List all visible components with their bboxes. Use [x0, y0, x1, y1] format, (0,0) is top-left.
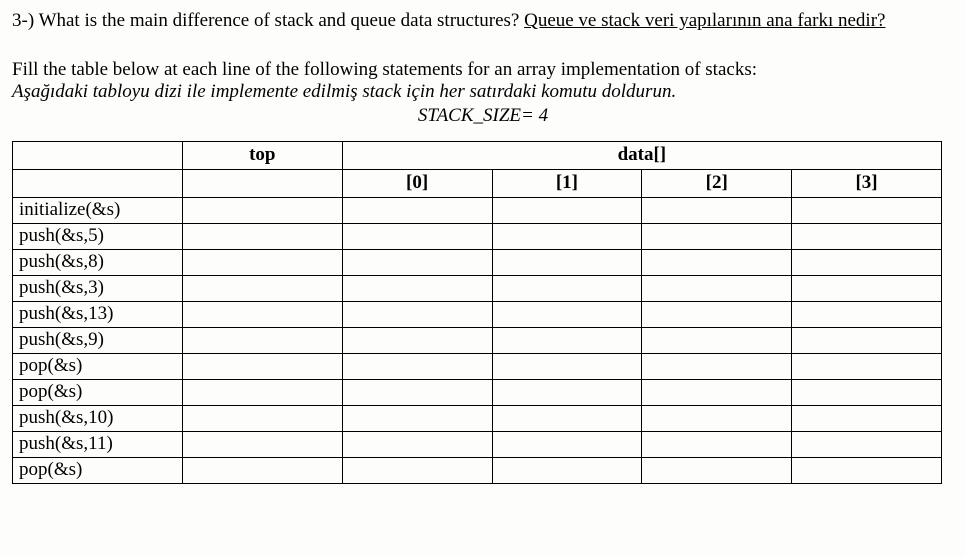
data-cell-0	[342, 249, 492, 275]
top-cell	[182, 327, 342, 353]
header-index-3: [3]	[792, 169, 942, 197]
operation-cell: pop(&s)	[13, 457, 183, 483]
data-cell-1	[492, 457, 642, 483]
data-cell-1	[492, 223, 642, 249]
top-cell	[182, 197, 342, 223]
top-cell	[182, 379, 342, 405]
header-index-2: [2]	[642, 169, 792, 197]
data-cell-2	[642, 431, 792, 457]
header-empty-op	[13, 141, 183, 169]
question-text: 3-) What is the main difference of stack…	[12, 8, 954, 35]
data-cell-3	[792, 197, 942, 223]
data-cell-3	[792, 301, 942, 327]
operation-cell: push(&s,11)	[13, 431, 183, 457]
operation-cell: push(&s,5)	[13, 223, 183, 249]
data-cell-1	[492, 405, 642, 431]
header-index-1: [1]	[492, 169, 642, 197]
question-block: 3-) What is the main difference of stack…	[12, 8, 954, 35]
operation-cell: pop(&s)	[13, 379, 183, 405]
top-cell	[182, 223, 342, 249]
data-cell-0	[342, 301, 492, 327]
data-cell-0	[342, 353, 492, 379]
data-cell-2	[642, 379, 792, 405]
operation-cell: push(&s,9)	[13, 327, 183, 353]
operation-cell: push(&s,13)	[13, 301, 183, 327]
header-data: data[]	[342, 141, 941, 169]
data-cell-3	[792, 431, 942, 457]
table-row: push(&s,13)	[13, 301, 942, 327]
data-cell-2	[642, 223, 792, 249]
operation-cell: push(&s,10)	[13, 405, 183, 431]
top-cell	[182, 301, 342, 327]
table-row: pop(&s)	[13, 353, 942, 379]
data-cell-1	[492, 379, 642, 405]
data-cell-0	[342, 457, 492, 483]
header-top: top	[182, 141, 342, 169]
header-empty-top	[182, 169, 342, 197]
data-cell-3	[792, 223, 942, 249]
data-cell-3	[792, 327, 942, 353]
data-cell-3	[792, 275, 942, 301]
question-number: 3-)	[12, 10, 39, 31]
table-header-row-2: [0] [1] [2] [3]	[13, 169, 942, 197]
data-cell-3	[792, 379, 942, 405]
table-header-row-1: top data[]	[13, 141, 942, 169]
top-cell	[182, 457, 342, 483]
top-cell	[182, 249, 342, 275]
data-cell-1	[492, 431, 642, 457]
question-turkish: Queue ve stack veri yapılarının ana fark…	[524, 10, 885, 31]
data-cell-2	[642, 457, 792, 483]
operation-cell: push(&s,8)	[13, 249, 183, 275]
data-cell-2	[642, 353, 792, 379]
data-cell-3	[792, 405, 942, 431]
data-cell-0	[342, 197, 492, 223]
operation-cell: push(&s,3)	[13, 275, 183, 301]
data-cell-2	[642, 275, 792, 301]
data-cell-1	[492, 301, 642, 327]
table-row: initialize(&s)	[13, 197, 942, 223]
table-row: push(&s,3)	[13, 275, 942, 301]
operation-cell: initialize(&s)	[13, 197, 183, 223]
data-cell-2	[642, 405, 792, 431]
question-english: What is the main difference of stack and…	[39, 10, 525, 31]
top-cell	[182, 405, 342, 431]
data-cell-3	[792, 249, 942, 275]
data-cell-2	[642, 249, 792, 275]
table-row: pop(&s)	[13, 379, 942, 405]
table-row: pop(&s)	[13, 457, 942, 483]
data-cell-1	[492, 249, 642, 275]
data-cell-0	[342, 379, 492, 405]
table-row: push(&s,5)	[13, 223, 942, 249]
data-cell-2	[642, 197, 792, 223]
stack-size-label: STACK_SIZE= 4	[12, 105, 954, 127]
table-row: push(&s,9)	[13, 327, 942, 353]
data-cell-0	[342, 275, 492, 301]
data-cell-1	[492, 327, 642, 353]
data-cell-1	[492, 353, 642, 379]
header-empty-op2	[13, 169, 183, 197]
table-row: push(&s,10)	[13, 405, 942, 431]
data-cell-2	[642, 301, 792, 327]
data-cell-1	[492, 275, 642, 301]
header-index-0: [0]	[342, 169, 492, 197]
stack-trace-table: top data[] [0] [1] [2] [3] initialize(&s…	[12, 141, 942, 484]
data-cell-0	[342, 327, 492, 353]
top-cell	[182, 431, 342, 457]
data-cell-3	[792, 353, 942, 379]
top-cell	[182, 353, 342, 379]
data-cell-0	[342, 405, 492, 431]
data-cell-0	[342, 431, 492, 457]
data-cell-3	[792, 457, 942, 483]
table-row: push(&s,8)	[13, 249, 942, 275]
instructions-turkish: Aşağıdaki tabloyu dizi ile implemente ed…	[12, 81, 954, 103]
table-row: push(&s,11)	[13, 431, 942, 457]
data-cell-0	[342, 223, 492, 249]
instructions-block: Fill the table below at each line of the…	[12, 59, 954, 127]
instructions-english: Fill the table below at each line of the…	[12, 59, 954, 81]
data-cell-1	[492, 197, 642, 223]
top-cell	[182, 275, 342, 301]
data-cell-2	[642, 327, 792, 353]
operation-cell: pop(&s)	[13, 353, 183, 379]
